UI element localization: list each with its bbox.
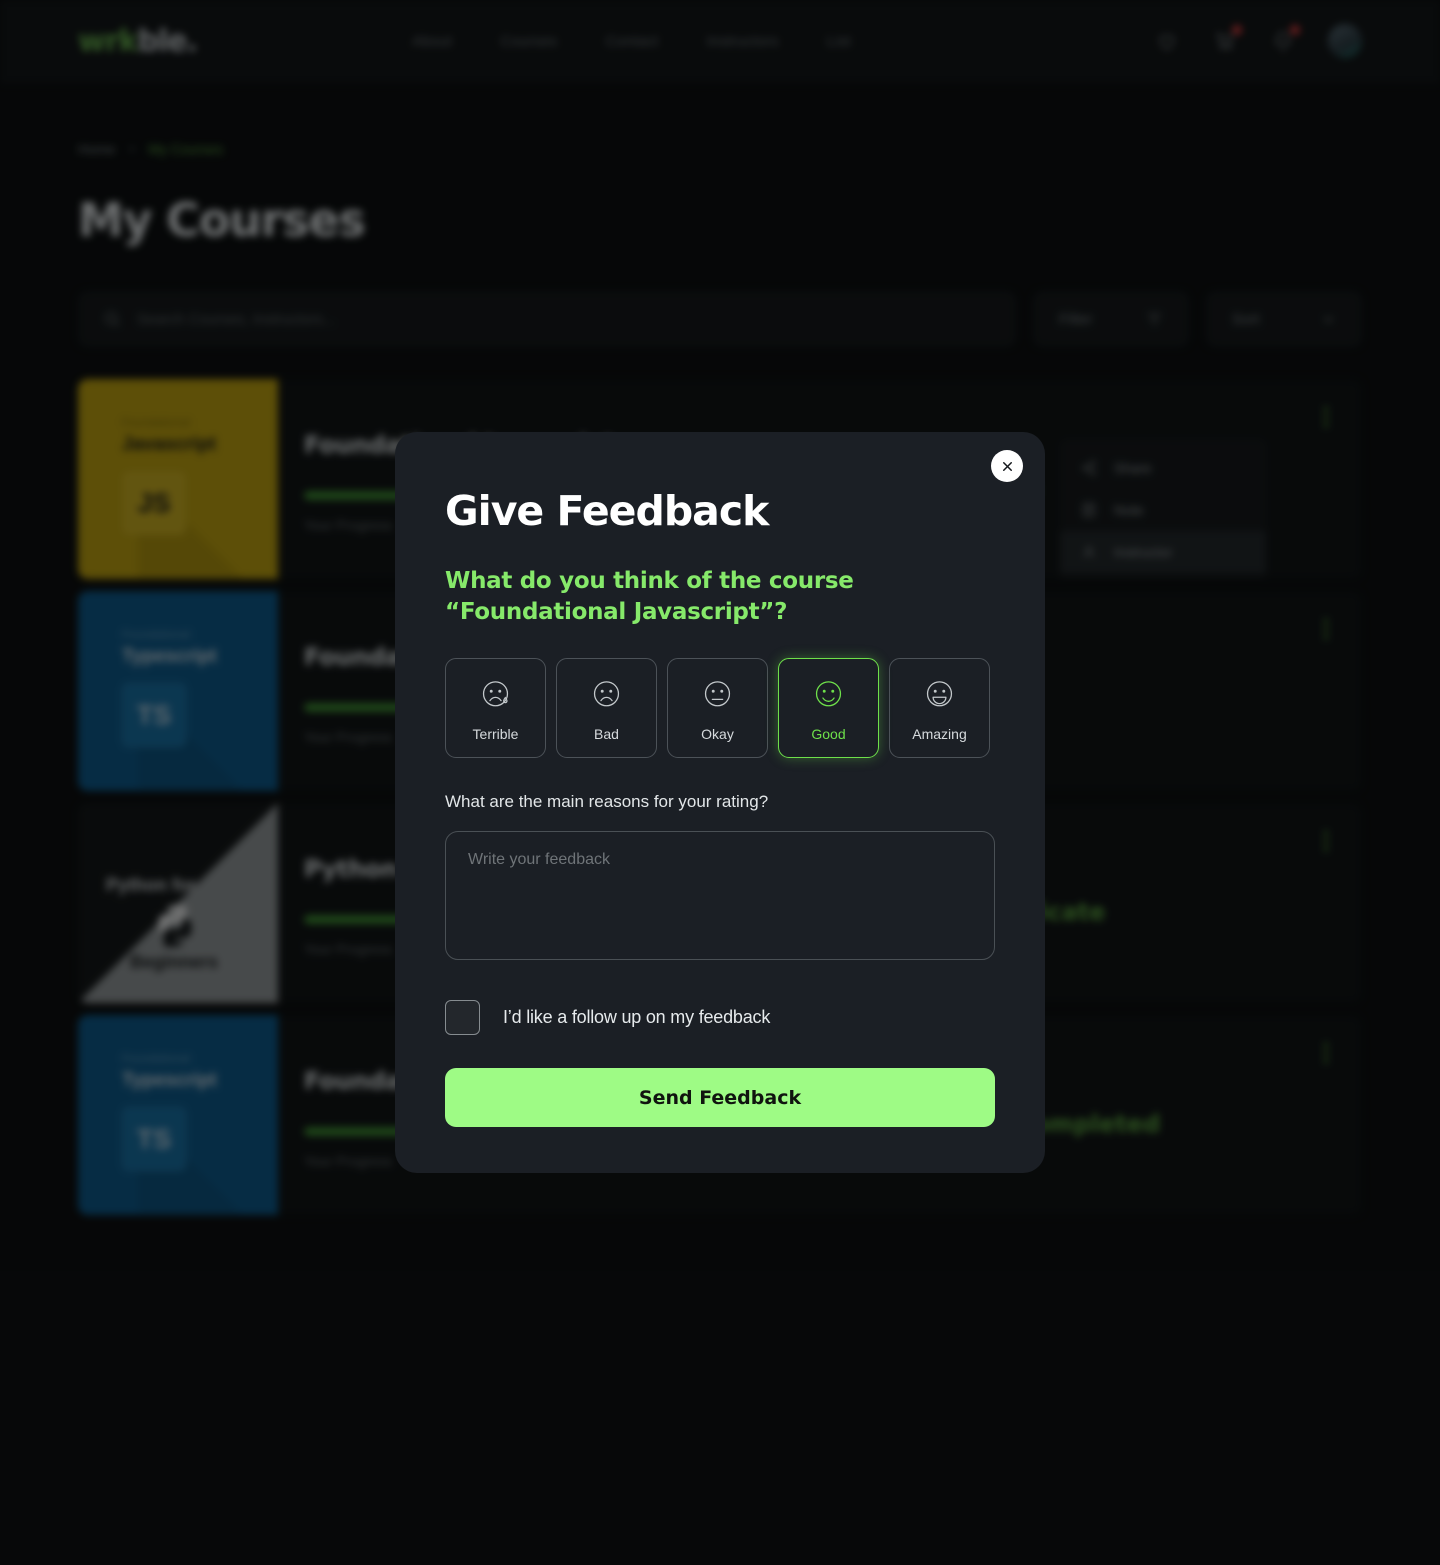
rating-label: Bad xyxy=(594,725,619,742)
modal-question: What do you think of the course “Foundat… xyxy=(445,568,854,625)
follow-up-label: I’d like a follow up on my feedback xyxy=(503,1007,771,1027)
rating-option-okay[interactable]: Okay xyxy=(667,658,768,758)
reasons-label: What are the main reasons for your ratin… xyxy=(445,792,769,811)
rating-label: Okay xyxy=(701,725,734,742)
rating-option-bad[interactable]: Bad xyxy=(556,658,657,758)
give-feedback-modal: Give Feedback What do you think of the c… xyxy=(395,432,1045,1173)
face-good-icon xyxy=(815,680,842,706)
rating-label: Good xyxy=(811,725,846,742)
face-okay-icon xyxy=(704,680,731,706)
rating-option-amazing[interactable]: Amazing xyxy=(889,658,990,758)
rating-label: Amazing xyxy=(912,725,967,742)
rating-option-good[interactable]: Good xyxy=(778,658,879,758)
face-amazing-icon xyxy=(926,680,953,706)
modal-title: Give Feedback xyxy=(445,487,769,535)
close-icon[interactable] xyxy=(991,450,1023,482)
send-feedback-button[interactable]: Send Feedback xyxy=(445,1068,995,1127)
face-terrible-icon xyxy=(482,680,509,706)
follow-up-checkbox[interactable] xyxy=(445,1000,480,1035)
face-bad-icon xyxy=(593,680,620,706)
feedback-textarea[interactable] xyxy=(445,831,995,960)
rating-option-terrible[interactable]: Terrible xyxy=(445,658,546,758)
rating-options: Terrible Bad Okay Good Amazing xyxy=(445,658,995,758)
rating-label: Terrible xyxy=(472,725,519,742)
follow-up-row: I’d like a follow up on my feedback xyxy=(445,1000,995,1035)
